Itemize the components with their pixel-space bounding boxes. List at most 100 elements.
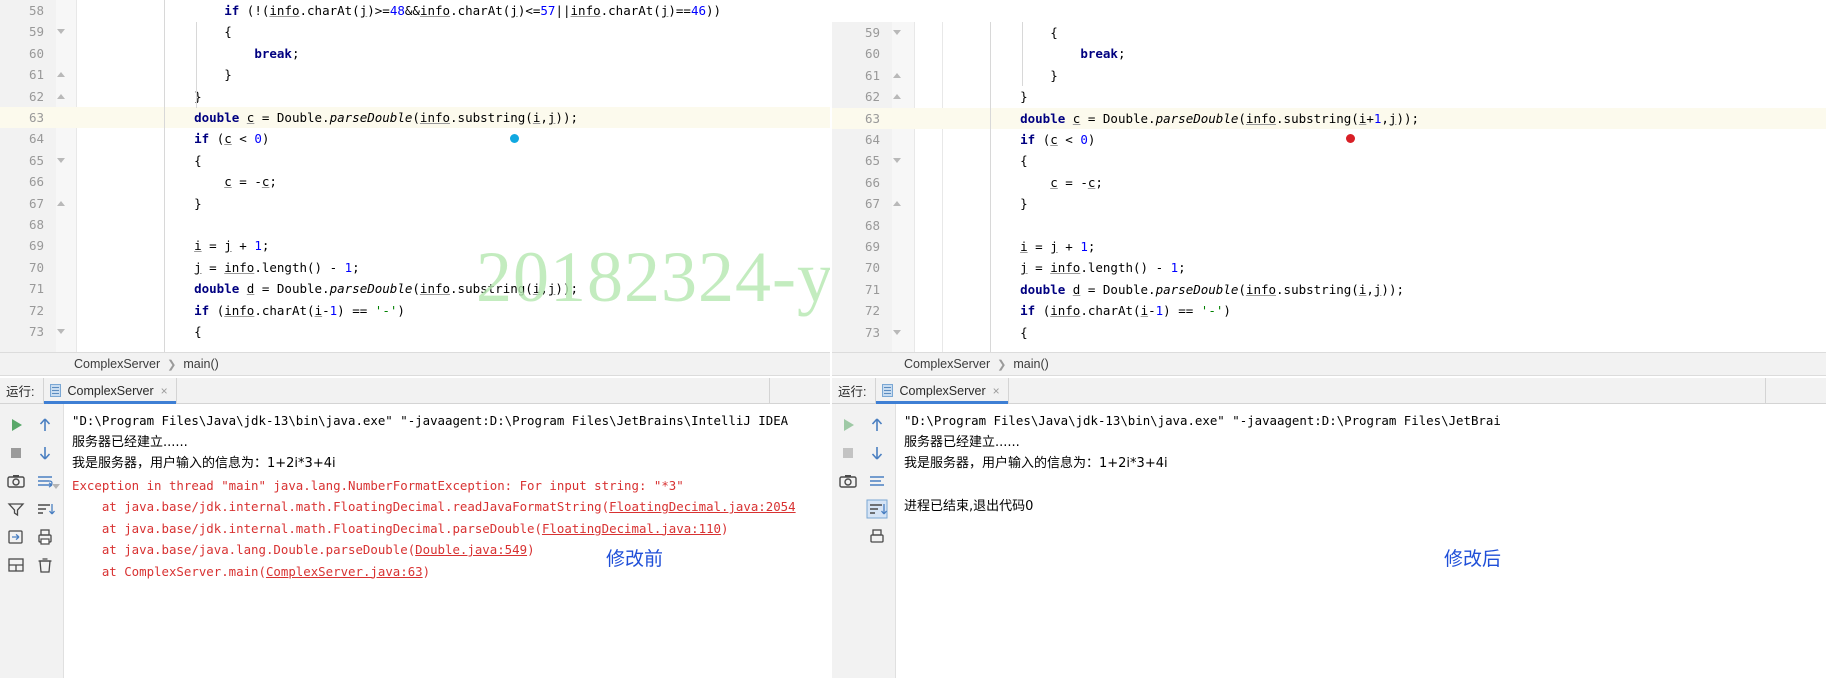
fold-arrow-icon[interactable] — [893, 94, 901, 100]
code-line[interactable]: 63 double c = Double.parseDouble(info.su… — [832, 107, 1826, 129]
code-editor-before[interactable]: 58 if (!(info.charAt(j)>=48&&info.charAt… — [0, 0, 830, 352]
stacktrace-link[interactable]: FloatingDecimal.java:2054 — [609, 499, 796, 514]
layout-button[interactable] — [5, 554, 27, 576]
console-line[interactable]: at java.base/java.lang.Double.parseDoubl… — [72, 539, 830, 561]
console-fold-column[interactable] — [52, 404, 64, 678]
close-icon[interactable]: × — [993, 385, 1000, 397]
stacktrace-link[interactable]: ComplexServer.java:63 — [266, 564, 423, 579]
stop-button[interactable] — [837, 442, 859, 464]
code-line[interactable]: 73 { — [0, 321, 830, 342]
code-line[interactable]: 67 } — [0, 193, 830, 214]
breadcrumb-class[interactable]: ComplexServer — [904, 357, 990, 371]
code-line[interactable]: 71 double d = Double.parseDouble(info.su… — [0, 278, 830, 299]
breadcrumb-method[interactable]: main() — [183, 357, 218, 371]
code-line[interactable]: 58 if (!(info.charAt(j)>=48&&info.charAt… — [0, 0, 830, 21]
fold-arrow-icon[interactable] — [52, 484, 60, 489]
print-button[interactable] — [866, 526, 888, 548]
fold-arrow-icon[interactable] — [57, 200, 65, 206]
code-line[interactable]: 73 { — [832, 322, 1826, 343]
code-line[interactable]: 60 break; — [0, 43, 830, 64]
breadcrumb-after[interactable]: ComplexServer ❯ main() — [832, 352, 1826, 376]
console-before[interactable]: "D:\Program Files\Java\jdk-13\bin\java.e… — [0, 404, 830, 678]
line-number: 70 — [864, 260, 880, 276]
console-after[interactable]: "D:\Program Files\Java\jdk-13\bin\java.e… — [832, 404, 1826, 678]
stacktrace-link[interactable]: FloatingDecimal.java:110 — [542, 521, 721, 536]
console-line[interactable]: at ComplexServer.main(ComplexServer.java… — [72, 561, 830, 583]
filter-button[interactable] — [5, 498, 27, 520]
stop-button[interactable] — [5, 442, 27, 464]
run-tab-complexserver[interactable]: ComplexServer × — [875, 377, 1009, 404]
fold-arrow-icon[interactable] — [57, 157, 65, 163]
camera-button[interactable] — [5, 470, 27, 492]
code-line[interactable]: 72 if (info.charAt(i-1) == '-') — [0, 300, 830, 321]
breadcrumb-before[interactable]: ComplexServer ❯ main() — [0, 352, 830, 376]
line-number: 59 — [864, 25, 880, 40]
code-line[interactable]: 59 { — [0, 21, 830, 42]
fold-arrow-icon[interactable] — [57, 72, 65, 78]
close-icon[interactable]: × — [161, 385, 168, 397]
breadcrumb-class[interactable]: ComplexServer — [74, 357, 160, 371]
code-line[interactable]: 64 if (c < 0) — [832, 129, 1826, 150]
code-text: } — [164, 195, 202, 211]
console-line: 我是服务器，用户输入的信息为：1+2i*3+4i — [904, 456, 1168, 471]
rerun-button[interactable] — [837, 414, 859, 436]
fold-arrow-icon[interactable] — [57, 93, 65, 99]
console-line: 我是服务器，用户输入的信息为：1+2i*3+4i — [72, 456, 336, 471]
console-line: 服务器已经建立...... — [72, 434, 188, 450]
console-toolbar-after[interactable] — [832, 404, 896, 678]
line-number: 63 — [864, 110, 880, 126]
code-line[interactable]: 68 — [832, 215, 1826, 236]
code-text: c = -c; — [224, 174, 277, 190]
code-line[interactable]: 65 { — [0, 150, 830, 171]
code-line[interactable]: 69 i = j + 1; — [832, 236, 1826, 257]
code-line[interactable]: 66 c = -c; — [832, 172, 1826, 193]
fold-arrow-icon[interactable] — [893, 158, 901, 164]
code-line[interactable]: 72 if (info.charAt(i-1) == '-') — [832, 300, 1826, 321]
code-line[interactable]: 68 — [0, 214, 830, 235]
code-line[interactable]: 59 { — [832, 22, 1826, 43]
export-button[interactable] — [5, 526, 27, 548]
code-line[interactable]: 61 } — [0, 64, 830, 85]
code-line[interactable]: 61 } — [832, 65, 1826, 86]
fold-arrow-icon[interactable] — [57, 29, 65, 35]
line-number: 73 — [28, 324, 44, 339]
code-line[interactable]: 63 double c = Double.parseDouble(info.su… — [0, 107, 830, 129]
code-line[interactable]: 65 { — [832, 150, 1826, 171]
fold-arrow-icon[interactable] — [893, 329, 901, 335]
camera-button[interactable] — [837, 470, 859, 492]
console-line[interactable]: at java.base/jdk.internal.math.FloatingD… — [72, 518, 830, 540]
console-line: Exception in thread "main" java.lang.Num… — [72, 477, 684, 493]
fold-arrow-icon[interactable] — [893, 30, 901, 35]
run-tab-complexserver[interactable]: ComplexServer × — [43, 377, 177, 404]
fold-arrow-icon[interactable] — [57, 329, 65, 334]
scroll-up-button[interactable] — [866, 414, 888, 436]
code-text: double c = Double.parseDouble(info.subst… — [194, 110, 578, 125]
code-line[interactable]: 66 c = -c; — [0, 171, 830, 192]
breadcrumb-method[interactable]: main() — [1013, 357, 1048, 371]
code-editor-after[interactable]: 59 {60 break; 61 } 62 } 63 double c = Doubl… — [832, 22, 1826, 352]
code-text: if (info.charAt(i-1) == '-') — [194, 302, 405, 318]
code-line[interactable]: 67 } — [832, 193, 1826, 214]
stacktrace-link[interactable]: Double.java:549 — [415, 542, 527, 557]
scroll-down-button[interactable] — [866, 442, 888, 464]
code-line[interactable]: 62 } — [832, 86, 1826, 107]
code-line[interactable]: 70 j = info.length() - 1; — [0, 257, 830, 278]
fold-arrow-icon[interactable] — [893, 72, 901, 78]
line-number: 70 — [28, 259, 44, 275]
console-line[interactable]: at java.base/jdk.internal.math.FloatingD… — [72, 496, 830, 518]
sort-button[interactable] — [866, 498, 888, 520]
code-line[interactable]: 62 } — [0, 86, 830, 107]
line-number: 71 — [28, 281, 44, 297]
code-text: if (info.charAt(i-1) == '-') — [1020, 303, 1231, 319]
code-text: j = info.length() - 1; — [1020, 260, 1186, 276]
line-number: 63 — [28, 110, 44, 125]
rerun-button[interactable] — [5, 414, 27, 436]
code-line[interactable]: 70 j = info.length() - 1; — [832, 257, 1826, 278]
code-line[interactable]: 64 if (c < 0) — [0, 128, 830, 149]
code-line[interactable]: 60 break; — [832, 43, 1826, 64]
code-line[interactable]: 71 double d = Double.parseDouble(info.su… — [832, 279, 1826, 300]
soft-wrap-button[interactable] — [866, 470, 888, 492]
fold-arrow-icon[interactable] — [893, 201, 901, 207]
line-number: 60 — [864, 46, 880, 62]
code-line[interactable]: 69 i = j + 1; — [0, 235, 830, 256]
